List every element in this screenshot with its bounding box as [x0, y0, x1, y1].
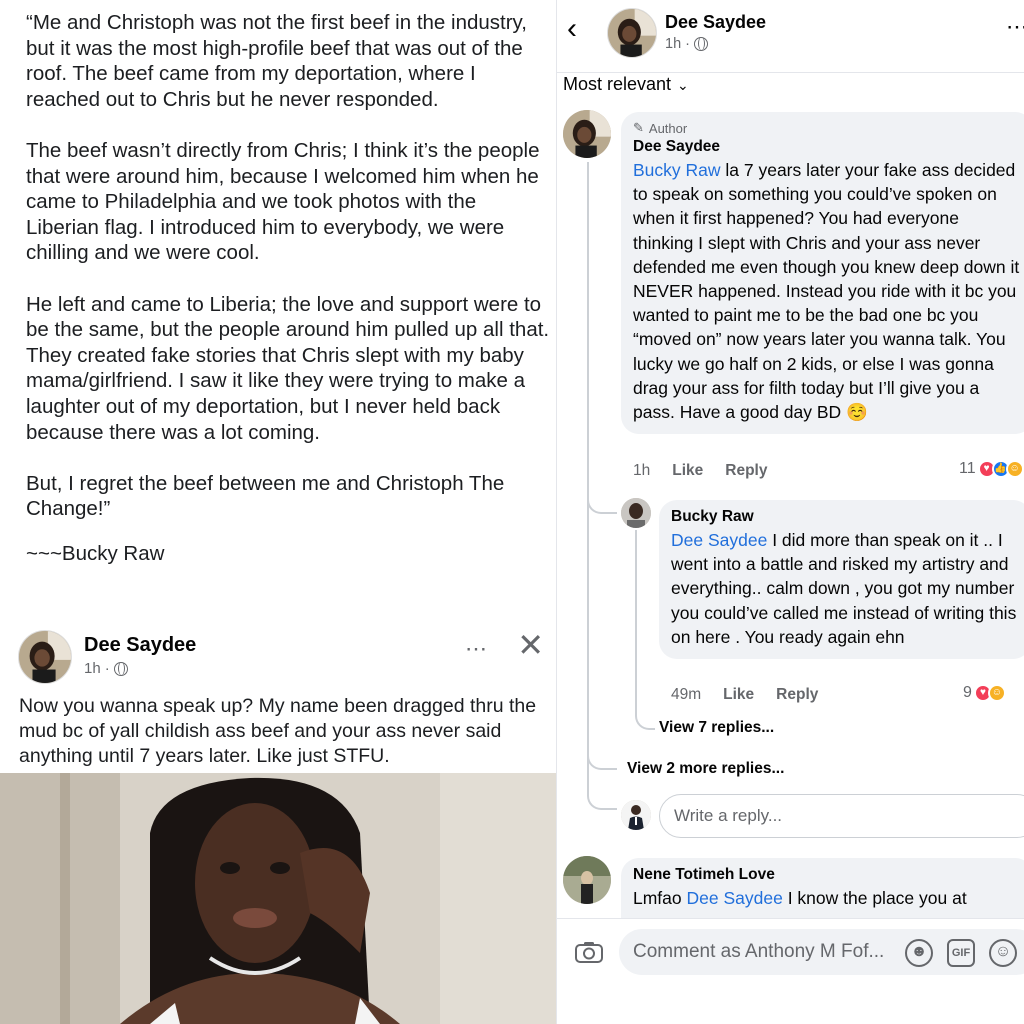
- comment-body: la 7 years later your fake ass decided t…: [633, 160, 1020, 423]
- post-photo[interactable]: [0, 773, 556, 1024]
- author-badge-label: Author: [648, 120, 688, 136]
- thread-connector: [587, 490, 617, 514]
- header-author-name[interactable]: Dee Saydee: [665, 12, 766, 33]
- comment-text: Bucky Raw la 7 years later your fake ass…: [633, 158, 1021, 424]
- thread-connector: [635, 530, 655, 730]
- comment-bubble[interactable]: ✎ Author Dee Saydee Bucky Raw la 7 years…: [621, 112, 1024, 435]
- chevron-down-icon: ⌄: [677, 77, 689, 93]
- sort-dropdown[interactable]: Most relevant ⌄: [563, 74, 689, 95]
- comments-panel: ‹ Dee Saydee 1h · ⋯ Most relevant ⌄ ✎: [556, 0, 1024, 1024]
- reply-button[interactable]: Reply: [725, 462, 767, 480]
- comment-time: 49m: [671, 686, 702, 703]
- comment-composer-bar: Comment as Anthony M Fof... ☻ GIF ☺: [557, 918, 1024, 1024]
- view-replies-link[interactable]: View 7 replies...: [659, 719, 774, 737]
- post-meta: 1h ·: [84, 660, 128, 677]
- comment-actions: 1h Like Reply: [633, 462, 767, 480]
- comment-author-name[interactable]: Dee Saydee: [633, 138, 1021, 156]
- thread-line: [587, 162, 589, 792]
- more-options-icon[interactable]: ⋯: [1006, 14, 1024, 40]
- haha-reaction-icon: ☺: [987, 684, 1006, 702]
- reaction-number: 11: [959, 460, 976, 477]
- comment-bubble[interactable]: Bucky Raw Dee Saydee I did more than spe…: [659, 500, 1024, 660]
- avatar[interactable]: [621, 800, 651, 830]
- left-panel: “Me and Christoph was not the first beef…: [0, 0, 556, 1024]
- view-more-replies-link[interactable]: View 2 more replies...: [627, 760, 784, 778]
- reaction-number: 9: [963, 684, 972, 701]
- globe-icon: [113, 661, 128, 676]
- emoji-icon[interactable]: ☺: [989, 939, 1017, 967]
- back-icon[interactable]: ‹: [567, 12, 577, 46]
- post-text: Now you wanna speak up? My name been dra…: [19, 695, 537, 767]
- composer-icons: ☻ GIF ☺: [905, 939, 1017, 967]
- avatar-sticker-icon[interactable]: ☻: [905, 939, 933, 967]
- post-header: Dee Saydee 1h · ⋯ ✕: [18, 626, 548, 684]
- reaction-count[interactable]: 9 ♥ ☺: [963, 684, 1006, 702]
- avatar[interactable]: [607, 8, 657, 58]
- reply-button[interactable]: Reply: [776, 686, 818, 704]
- avatar[interactable]: [563, 110, 611, 158]
- thread-connector: [587, 740, 617, 770]
- quote-signature: ~~~Bucky Raw: [26, 542, 165, 566]
- quote-paragraph-3: He left and came to Liberia; the love an…: [26, 292, 550, 444]
- gif-icon[interactable]: GIF: [947, 939, 975, 967]
- avatar[interactable]: [563, 856, 611, 904]
- reply-input[interactable]: Write a reply...: [659, 794, 1024, 838]
- globe-icon: [693, 37, 708, 51]
- comment-text: Dee Saydee I did more than speak on it .…: [671, 528, 1019, 649]
- comment-time: 1h: [633, 462, 651, 479]
- reaction-count[interactable]: 11 ♥ 👍 ☺: [959, 460, 1024, 478]
- haha-reaction-icon: ☺: [1005, 460, 1024, 478]
- quote-paragraph-2: The beef wasn’t directly from Chris; I t…: [26, 138, 540, 265]
- post-author-name[interactable]: Dee Saydee: [84, 634, 196, 657]
- mention-link[interactable]: Dee Saydee: [671, 530, 767, 550]
- like-button[interactable]: Like: [672, 462, 703, 480]
- comment-author-name[interactable]: Nene Totimeh Love: [633, 866, 1021, 884]
- author-badge: ✎ Author: [633, 120, 1021, 136]
- comment-author-name[interactable]: Bucky Raw: [671, 508, 1019, 526]
- sort-label: Most relevant: [563, 74, 672, 94]
- camera-icon[interactable]: [575, 941, 603, 963]
- quote-paragraph-4: But, I regret the beef between me and Ch…: [26, 471, 505, 521]
- post-time: 1h: [84, 660, 101, 677]
- like-button[interactable]: Like: [723, 686, 754, 704]
- more-options-icon[interactable]: ⋯: [465, 636, 488, 662]
- header-divider: [557, 72, 1024, 73]
- header-meta: 1h ·: [665, 36, 708, 52]
- avatar[interactable]: [18, 630, 72, 684]
- avatar[interactable]: [621, 498, 651, 528]
- header-time: 1h: [665, 36, 682, 52]
- comment-body: I know the place you at: [782, 888, 967, 908]
- quote-paragraph-1: “Me and Christoph was not the first beef…: [26, 11, 527, 111]
- mention-link[interactable]: Dee Saydee: [687, 888, 783, 908]
- thread-connector: [587, 780, 617, 810]
- comment-actions: 49m Like Reply: [671, 686, 818, 704]
- close-icon[interactable]: ✕: [517, 626, 544, 664]
- quote-text: “Me and Christoph was not the first beef…: [26, 10, 551, 567]
- comment-text: Lmfao Dee Saydee I know the place you at: [633, 886, 1021, 910]
- comment-prefix: Lmfao: [633, 888, 687, 908]
- mention-link[interactable]: Bucky Raw: [633, 160, 721, 180]
- pencil-icon: ✎: [633, 120, 644, 135]
